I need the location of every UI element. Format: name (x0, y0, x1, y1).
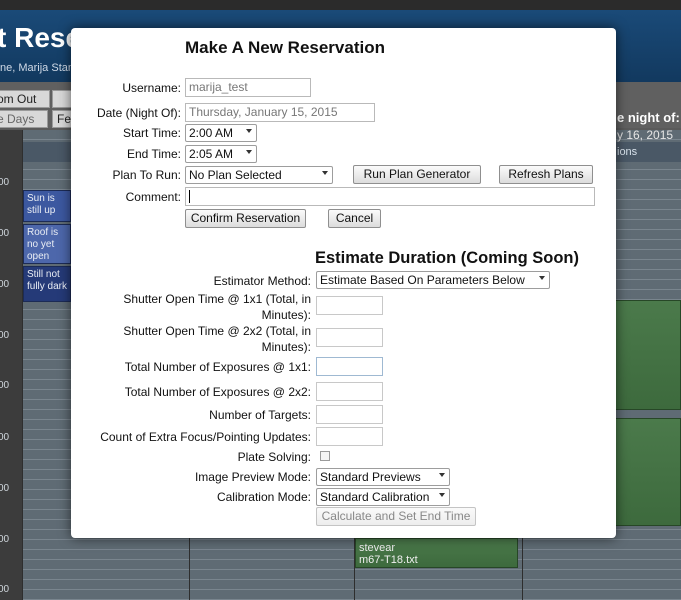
estimate-section-title: Estimate Duration (Coming Soon) (315, 249, 579, 267)
time-label: 00 (0, 534, 10, 545)
chevron-down-icon (322, 171, 328, 175)
time-label: 00 (0, 177, 10, 188)
focus-updates-field[interactable] (316, 427, 383, 446)
plate-solving-label: Plate Solving: (237, 450, 311, 464)
start-time-select[interactable]: 2:00 AM (185, 124, 257, 142)
chevron-down-icon (246, 129, 252, 133)
targets-label: Number of Targets: (209, 408, 311, 422)
time-label: 00 (0, 432, 10, 443)
text-cursor (189, 190, 190, 203)
time-label: 00 (0, 584, 10, 595)
calendar-event[interactable]: Roof is no yet open (23, 224, 71, 264)
username-label: Username: (122, 81, 181, 95)
browser-strip (0, 0, 681, 10)
dialog-title: Make A New Reservation (185, 38, 385, 57)
chevron-down-icon (246, 150, 252, 154)
end-time-label: End Time: (126, 147, 181, 161)
targets-field[interactable] (316, 405, 383, 424)
refresh-plans-button[interactable]: Refresh Plans (499, 165, 593, 184)
exposures-2x2-field[interactable] (316, 382, 383, 401)
focus-updates-label: Count of Extra Focus/Pointing Updates: (100, 430, 311, 444)
zoom-out-button[interactable]: om Out (0, 90, 50, 108)
exposures-2x2-label: Total Number of Exposures @ 2x2: (124, 385, 311, 399)
date-label: Date (Night Of): (96, 106, 181, 120)
username-field[interactable]: marija_test (185, 78, 311, 97)
chevron-down-icon (539, 276, 545, 280)
calendar-event[interactable]: Sun is still up (23, 190, 71, 222)
chevron-down-icon (439, 473, 445, 477)
time-label: 00 (0, 380, 10, 391)
start-time-value: 2:00 AM (189, 126, 234, 140)
nav-button[interactable] (52, 90, 72, 108)
plan-value: No Plan Selected (189, 168, 282, 182)
time-column (0, 130, 22, 600)
preview-mode-value: Standard Previews (320, 470, 421, 484)
date-field[interactable]: Thursday, January 15, 2015 (185, 103, 375, 122)
exposures-1x1-field[interactable] (316, 357, 383, 376)
calendar-event[interactable]: Still not fully dark (23, 266, 71, 302)
shutter-2x2-label: Shutter Open Time @ 2x2 (Total, in Minut… (123, 324, 311, 354)
plan-select[interactable]: No Plan Selected (185, 166, 333, 184)
calibration-mode-value: Standard Calibration (320, 490, 430, 504)
plan-label: Plan To Run: (112, 168, 182, 182)
calibration-mode-label: Calibration Mode: (216, 490, 311, 504)
estimator-method-select[interactable]: Estimate Based On Parameters Below (316, 271, 550, 289)
night-of-date: y 16, 2015 (617, 128, 674, 142)
cancel-button[interactable]: Cancel (328, 209, 381, 228)
reservation-block-text: stevear m67-T18.txt (359, 542, 418, 566)
run-plan-generator-button[interactable]: Run Plan Generator (353, 165, 481, 184)
time-label: 00 (0, 228, 10, 239)
estimator-method-value: Estimate Based On Parameters Below (320, 273, 525, 287)
shutter-1x1-label: Shutter Open Time @ 1x1 (Total, in Minut… (123, 292, 311, 322)
estimator-method-label: Estimator Method: (213, 274, 311, 288)
plate-solving-checkbox[interactable] (320, 451, 330, 461)
days-button[interactable]: e Days (0, 110, 48, 128)
fe-button[interactable]: Fe (52, 110, 72, 128)
calculate-end-time-button[interactable]: Calculate and Set End Time (316, 507, 476, 526)
end-time-value: 2:05 AM (189, 147, 234, 161)
preview-mode-select[interactable]: Standard Previews (316, 468, 450, 486)
comment-label: Comment: (125, 190, 181, 204)
comment-field[interactable] (185, 187, 595, 206)
night-of-label: e night of: (617, 110, 680, 125)
time-label: 00 (0, 279, 10, 290)
shutter-1x1-field[interactable] (316, 296, 383, 315)
chevron-down-icon (439, 493, 445, 497)
reservation-user: stevear (359, 542, 396, 554)
start-time-label: Start Time: (122, 126, 181, 140)
time-label: 00 (0, 330, 10, 341)
confirm-reservation-button[interactable]: Confirm Reservation (185, 209, 306, 228)
calibration-mode-select[interactable]: Standard Calibration (316, 488, 450, 506)
reservation-dialog: Make A New Reservation Username: marija_… (71, 28, 616, 538)
end-time-select[interactable]: 2:05 AM (185, 145, 257, 163)
reservation-plan: m67-T18.txt (359, 554, 418, 566)
welcome-text: ne, Marija Stan (0, 62, 74, 74)
exposures-1x1-label: Total Number of Exposures @ 1x1: (124, 360, 311, 374)
calendar-header-text: ions (617, 146, 638, 158)
time-label: 00 (0, 483, 10, 494)
shutter-2x2-field[interactable] (316, 328, 383, 347)
preview-mode-label: Image Preview Mode: (194, 470, 311, 484)
